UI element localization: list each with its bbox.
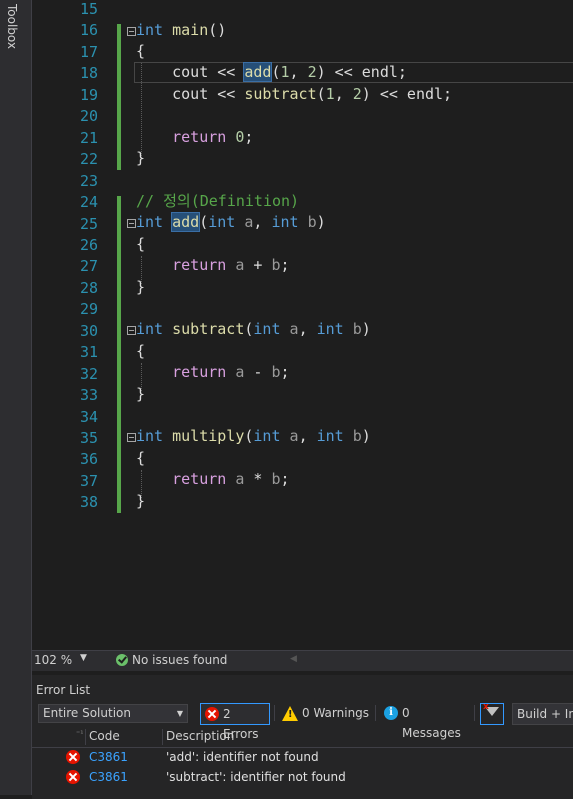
code-line-27[interactable]: return a + b; xyxy=(50,255,573,276)
messages-filter-button[interactable]: i 0 Messages xyxy=(380,703,470,740)
code-line-21[interactable]: return 0; xyxy=(50,127,573,148)
toolbar-separator xyxy=(474,705,475,721)
toolbox-tab[interactable]: Toolbox xyxy=(0,0,32,795)
collapse-icon[interactable] xyxy=(127,27,136,36)
warnings-filter-button[interactable]: ! 0 Warnings xyxy=(278,703,370,725)
code-line-38[interactable]: } xyxy=(50,491,573,512)
issues-status[interactable]: No issues found xyxy=(132,653,227,667)
code-line-35[interactable]: int multiply(int a, int b) xyxy=(50,426,573,447)
error-list-panel: Error List Entire Solution ▼ 2 Errors ! … xyxy=(32,671,573,799)
code-line-25[interactable]: int add(int a, int b) xyxy=(50,212,573,233)
error-row[interactable]: C3861 'subtract': identifier not found xyxy=(32,768,573,788)
line-number: 34 xyxy=(79,408,98,426)
warning-icon: ! xyxy=(282,706,298,721)
toolbar-separator xyxy=(274,705,275,721)
line-number: 20 xyxy=(79,107,98,125)
column-divider[interactable] xyxy=(85,729,86,745)
line-number: 15 xyxy=(79,0,98,18)
column-header-code[interactable]: Code xyxy=(89,729,120,743)
editor-margin xyxy=(32,0,50,650)
error-description: 'add': identifier not found xyxy=(166,750,319,764)
zoom-level[interactable]: 102 % xyxy=(34,653,72,667)
error-row[interactable]: C3861 'add': identifier not found xyxy=(32,748,573,768)
code-line-28[interactable]: } xyxy=(50,277,573,298)
build-source-dropdown[interactable]: Build + Inf xyxy=(512,703,573,725)
error-list-toolbar: Entire Solution ▼ 2 Errors ! 0 Warnings … xyxy=(32,699,573,741)
scroll-left-icon[interactable]: ◀ xyxy=(290,654,297,664)
code-line-18[interactable]: cout << add(1, 2) << endl; xyxy=(50,62,573,83)
error-description: 'subtract': identifier not found xyxy=(166,770,346,784)
info-icon: i xyxy=(384,706,398,720)
add-call-highlight: add xyxy=(243,62,273,82)
comment-definition: // 정의(Definition) xyxy=(136,192,300,210)
editor-status-bar: 102 % ▼ No issues found ◀ xyxy=(32,650,573,671)
column-divider[interactable] xyxy=(162,729,163,745)
check-circle-icon xyxy=(116,654,128,666)
code-line-31[interactable]: { xyxy=(50,341,573,362)
sort-icon[interactable]: ⁼¹ xyxy=(76,729,83,738)
code-line-24[interactable]: // 정의(Definition) xyxy=(50,191,573,212)
error-code-link[interactable]: C3861 xyxy=(89,770,128,784)
code-line-32[interactable]: return a - b; xyxy=(50,362,573,383)
filter-button[interactable]: x xyxy=(480,702,504,725)
toolbox-label: Toolbox xyxy=(5,4,19,49)
code-line-22[interactable]: } xyxy=(50,148,573,169)
column-header-description[interactable]: Description xyxy=(166,729,234,743)
errors-filter-button[interactable]: 2 Errors xyxy=(200,703,270,741)
collapse-icon[interactable] xyxy=(127,433,136,442)
error-list-header: ⁼¹ Code Description xyxy=(32,727,573,748)
error-icon xyxy=(66,770,80,784)
scope-value: Entire Solution xyxy=(43,706,131,720)
error-list-title: Error List xyxy=(36,683,91,697)
code-line-37[interactable]: return a * b; xyxy=(50,469,573,490)
code-line-16[interactable]: int main() xyxy=(50,20,573,41)
collapse-icon[interactable] xyxy=(127,326,136,335)
code-line-17[interactable]: { xyxy=(50,41,573,62)
line-number: 29 xyxy=(79,300,98,318)
code-line-36[interactable]: { xyxy=(50,448,573,469)
code-line-30[interactable]: int subtract(int a, int b) xyxy=(50,319,573,340)
error-code-link[interactable]: C3861 xyxy=(89,750,128,764)
line-number: 23 xyxy=(79,172,98,190)
collapse-icon[interactable] xyxy=(127,219,136,228)
code-editor[interactable]: 15 16 17 18 19 20 21 22 23 24 25 26 27 28 29 30 31 32 33 34… xyxy=(50,0,573,650)
error-icon xyxy=(205,707,219,721)
warnings-filter-label: 0 Warnings xyxy=(302,706,370,720)
add-definition-highlight: add xyxy=(171,212,201,232)
scope-dropdown[interactable]: Entire Solution ▼ xyxy=(38,704,188,723)
code-line-26[interactable]: { xyxy=(50,234,573,255)
code-line-19[interactable]: cout << subtract(1, 2) << endl; xyxy=(50,84,573,105)
chevron-down-icon: ▼ xyxy=(176,709,183,718)
zoom-dropdown-icon[interactable]: ▼ xyxy=(80,653,87,663)
error-icon xyxy=(66,750,80,764)
build-source-label: Build + Inf xyxy=(517,707,573,721)
filter-x-icon: x xyxy=(483,702,489,712)
code-line-33[interactable]: } xyxy=(50,384,573,405)
toolbar-separator xyxy=(375,705,376,721)
